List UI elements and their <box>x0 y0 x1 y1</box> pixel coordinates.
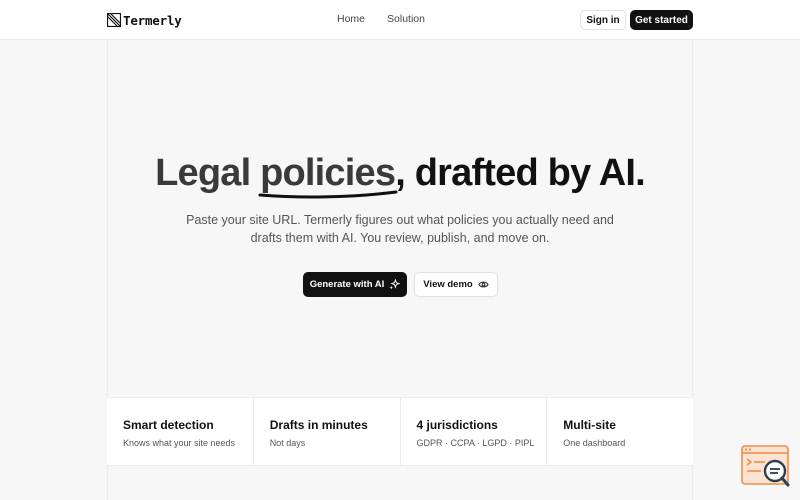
nav-home[interactable]: Home <box>337 13 365 25</box>
main-nav: Home Solution <box>337 13 425 25</box>
generate-with-ai-button[interactable]: Generate with AI <box>303 272 407 297</box>
hero-subtitle: Paste your site URL. Termerly figures ou… <box>0 211 800 247</box>
hero-title-part1: Legal <box>155 152 261 194</box>
underline-swoosh-icon <box>258 190 398 199</box>
view-demo-button[interactable]: View demo <box>414 272 498 297</box>
eye-icon <box>478 279 489 290</box>
brand-mark-icon <box>107 13 121 27</box>
feature-desc: One dashboard <box>563 438 626 448</box>
hero-title-part2: , drafted by AI. <box>395 152 646 194</box>
feature-smart-detection: Smart detection Knows what your site nee… <box>107 398 254 465</box>
hero-subtitle-line1: Paste your site URL. Termerly figures ou… <box>186 213 614 227</box>
get-started-button[interactable]: Get started <box>630 10 693 30</box>
search-terms-icon[interactable] <box>741 445 791 489</box>
view-demo-label: View demo <box>423 279 473 290</box>
feature-multi-site: Multi-site One dashboard <box>547 398 693 465</box>
generate-button-label: Generate with AI <box>309 279 385 290</box>
feature-drafts-in-minutes: Drafts in minutes Not days <box>254 398 401 465</box>
hero-title-highlight: policies <box>258 152 398 199</box>
brand-logo[interactable]: Termerly <box>107 11 182 29</box>
feature-title: Multi-site <box>563 418 616 432</box>
hero-title: Legal policies, drafted by AI. <box>0 152 800 199</box>
brand-name: Termerly <box>123 12 182 28</box>
features-strip: Smart detection Knows what your site nee… <box>107 397 693 466</box>
sign-in-button[interactable]: Sign in <box>580 10 626 30</box>
feature-desc: GDPR · CCPA · LGPD · PIPL <box>416 438 535 448</box>
sparkle-icon <box>389 279 401 290</box>
feature-title: Smart detection <box>123 418 214 432</box>
site-header: Termerly Home Solution Sign in Get start… <box>0 0 800 40</box>
hero-subtitle-line2: drafts them with AI. You review, publish… <box>250 231 550 245</box>
nav-solution[interactable]: Solution <box>387 13 425 25</box>
feature-title: 4 jurisdictions <box>416 418 498 432</box>
feature-title: Drafts in minutes <box>269 418 368 432</box>
feature-desc: Not days <box>269 438 306 448</box>
hero-title-highlight-text: policies <box>260 152 396 194</box>
feature-desc: Knows what your site needs <box>123 438 236 448</box>
feature-jurisdictions: 4 jurisdictions GDPR · CCPA · LGPD · PIP… <box>401 398 548 465</box>
